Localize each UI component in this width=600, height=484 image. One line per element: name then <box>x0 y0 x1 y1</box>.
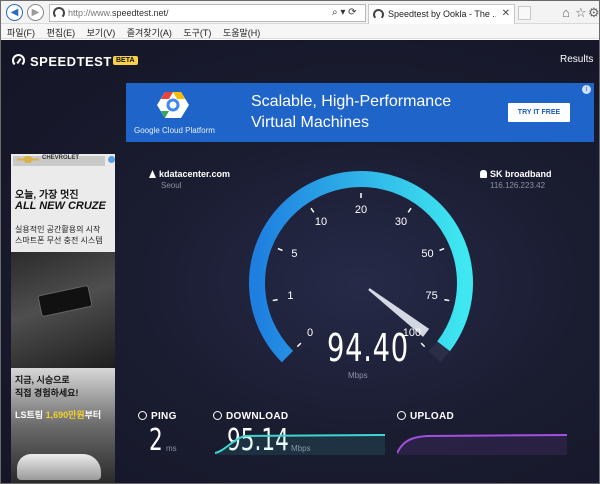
favorites-star-icon[interactable]: ☆ <box>575 5 587 21</box>
gauge-tick-label: 75 <box>425 290 438 303</box>
menu-edit[interactable]: 편집(E) <box>47 26 76 39</box>
try-it-free-button[interactable]: TRY IT FREE <box>508 103 570 122</box>
ad-line-3: 실용적인 공간활용의 시작 스마트폰 무선 충전 시스템 <box>15 225 103 245</box>
gauge-tick <box>296 342 302 348</box>
download-label: DOWNLOAD <box>213 411 288 422</box>
ad-line-2: ALL NEW CRUZE <box>15 200 106 212</box>
ad-price-text: LS트림 1,690만원부터 <box>15 410 102 420</box>
server-pin-icon <box>149 170 156 178</box>
gauge-tick-label: 1 <box>287 290 294 303</box>
tab-favicon-icon <box>373 9 384 20</box>
ping-unit: ms <box>166 444 177 453</box>
isp-name: SK broadband <box>480 169 552 179</box>
menu-help[interactable]: 도움말(H) <box>223 26 260 39</box>
gauge-tick-label: 0 <box>307 326 314 339</box>
tab-close-icon[interactable]: ✕ <box>502 8 510 19</box>
menu-bar: 파일(F) 편집(E) 보기(V) 즐겨찾기(A) 도구(T) 도움말(H) <box>1 24 599 39</box>
speedtest-page: SPEEDTEST BETA Results Google Cloud Plat… <box>1 40 599 483</box>
gauge-tick <box>407 207 412 213</box>
isp-ip: 116.126.223.42 <box>490 181 546 190</box>
gauge-tick-label: 10 <box>314 216 328 229</box>
browser-toolbar: ◀ ▶ http://www.speedtest.net/ ⌕ ▾ ⟳ Spee… <box>1 1 600 25</box>
ping-icon <box>138 411 147 420</box>
upload-label: UPLOAD <box>397 411 454 422</box>
ad-bottom-text: 지금, 시승으로 직접 경험하세요! <box>15 375 79 398</box>
ad-line-1: 오늘, 가장 멋진 <box>15 190 79 201</box>
gauge-tick-label: 50 <box>421 248 434 261</box>
gauge-tick-label: 5 <box>291 248 298 261</box>
google-cloud-hexagon-icon <box>157 92 189 118</box>
upload-sparkline <box>397 434 567 455</box>
google-cloud-ad[interactable]: Google Cloud Platform Scalable, High-Per… <box>126 83 594 142</box>
ad-brand: CHEVROLET <box>42 155 80 161</box>
back-button[interactable]: ◀ <box>6 4 23 21</box>
menu-favorites[interactable]: 즐겨찾기(A) <box>127 26 172 39</box>
ad-choices-icon[interactable]: i <box>582 85 591 94</box>
server-city: Seoul <box>161 181 182 190</box>
ad-headline: Scalable, High-Performance Virtual Machi… <box>251 93 452 131</box>
upload-icon <box>397 411 406 420</box>
gauge-tick-label: 20 <box>354 204 368 216</box>
browser-tab[interactable]: Speedtest by Ookla - The ... ✕ <box>368 4 515 25</box>
gauge-tick <box>420 342 426 348</box>
home-icon[interactable]: ⌂ <box>562 5 570 20</box>
ping-value: 2 <box>149 423 163 458</box>
current-speed: 94.40 <box>327 326 409 370</box>
server-host[interactable]: kdatacenter.com <box>149 169 230 179</box>
results-link[interactable]: Results <box>560 54 593 65</box>
menu-tools[interactable]: 도구(T) <box>183 26 211 39</box>
menu-file[interactable]: 파일(F) <box>7 26 35 39</box>
download-icon <box>213 411 222 420</box>
car-image <box>17 454 101 480</box>
address-url[interactable]: http://www.speedtest.net/ <box>68 8 169 18</box>
menu-view[interactable]: 보기(V) <box>87 26 116 39</box>
gauge-tick <box>310 207 315 213</box>
ad-sponsor: Google Cloud Platform <box>134 126 215 135</box>
settings-gear-icon[interactable]: ⚙ <box>588 5 600 21</box>
beta-badge: BETA <box>113 56 138 65</box>
address-bar[interactable]: http://www.speedtest.net/ ⌕ ▾ ⟳ <box>49 4 366 22</box>
chevrolet-ad[interactable]: CHEVROLET 오늘, 가장 멋진 ALL NEW CRUZE 실용적인 공… <box>11 154 115 483</box>
ad-choices-icon[interactable] <box>108 156 115 163</box>
forward-button[interactable]: ▶ <box>27 4 44 21</box>
site-favicon-icon <box>53 7 65 19</box>
brand-title[interactable]: SPEEDTEST <box>30 54 112 69</box>
new-tab-button[interactable] <box>518 6 531 20</box>
download-sparkline <box>215 434 385 455</box>
address-controls[interactable]: ⌕ ▾ ⟳ <box>332 7 357 18</box>
speed-unit: Mbps <box>348 371 368 380</box>
ping-label: PING <box>138 411 177 422</box>
tab-title: Speedtest by Ookla - The ... <box>388 9 496 19</box>
gauge-tick-label: 30 <box>394 216 408 229</box>
